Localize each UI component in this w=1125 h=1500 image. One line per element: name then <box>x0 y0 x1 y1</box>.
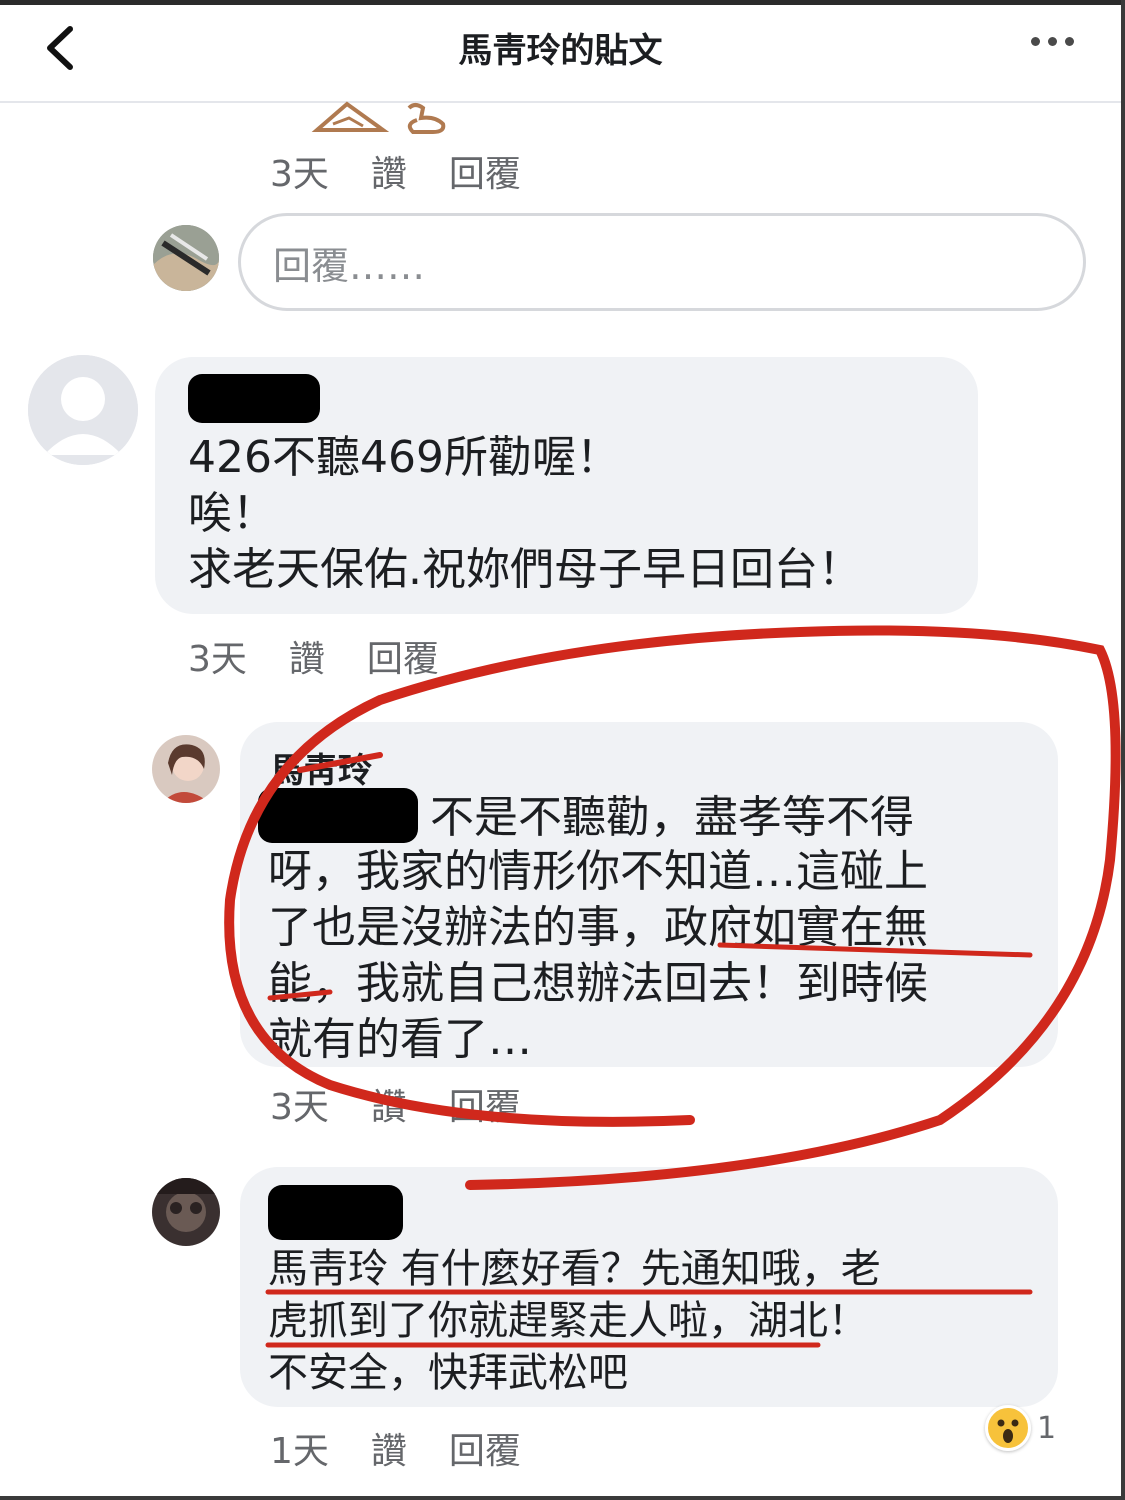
comment-line: 就有的看了… <box>268 1014 532 1065</box>
reply-link[interactable]: 回覆 <box>449 1422 521 1474</box>
redacted-name <box>268 1185 403 1240</box>
comment-line: 虎抓到了你就趕緊走人啦，湖北！ <box>268 1298 868 1344</box>
reply-placeholder: 回覆…… <box>273 243 426 288</box>
comment-time: 1天 <box>270 1431 329 1472</box>
author-avatar[interactable] <box>152 735 220 803</box>
comment-line: 求老天保佑.祝妳們母子早日回台！ <box>188 544 862 595</box>
reaction-count: 1 <box>1037 1410 1057 1446</box>
default-avatar-icon[interactable] <box>28 355 138 465</box>
more-options-icon[interactable] <box>1029 27 1079 57</box>
comment-line: 不安全，快拜武松吧 <box>268 1350 628 1396</box>
sticker-fragment-image <box>311 101 446 134</box>
wow-emoji-icon <box>985 1405 1031 1451</box>
comment-time: 3天 <box>270 154 329 195</box>
page-title: 馬靑玲的貼文 <box>458 31 663 71</box>
comment-actions: 3天 讚 回覆 <box>270 1078 563 1130</box>
comment-author[interactable]: 馬靑玲 <box>270 743 372 792</box>
reply-link[interactable]: 回覆 <box>449 1078 521 1130</box>
comment-line: 馬靑玲 有什麼好看？先通知哦，老 <box>268 1246 881 1292</box>
comment-time: 3天 <box>188 639 247 680</box>
comment-text-first-line: 不是不聽勸，盡孝等不得 <box>430 792 914 843</box>
screenshot-frame-bottom <box>0 1496 1125 1500</box>
comment-line: 能，我就自己想辦法回去！到時候 <box>268 958 928 1009</box>
comment-time: 3天 <box>270 1087 329 1128</box>
commenter-avatar[interactable] <box>152 1178 220 1246</box>
comment-actions: 3天 讚 回覆 <box>270 145 563 197</box>
like-link[interactable]: 讚 <box>289 630 325 682</box>
reply-input[interactable]: 回覆…… <box>238 213 1086 311</box>
reaction-summary[interactable]: 1 <box>985 1405 1056 1451</box>
comment-actions: 3天 讚 回覆 <box>188 630 481 682</box>
like-link[interactable]: 讚 <box>371 145 407 197</box>
my-avatar <box>153 225 219 291</box>
redacted-name <box>258 788 418 843</box>
like-link[interactable]: 讚 <box>371 1422 407 1474</box>
comment-line: 呀，我家的情形你不知道…這碰上 <box>268 846 928 897</box>
screenshot-frame-right <box>1121 0 1125 1500</box>
comment-line: 426不聽469所勸喔！ <box>188 432 620 483</box>
comment-line: 了也是沒辦法的事，政府如實在無 <box>268 902 928 953</box>
reply-link[interactable]: 回覆 <box>367 630 439 682</box>
top-bar: 馬靑玲的貼文 <box>0 5 1121 103</box>
comment-text: 呀，我家的情形你不知道…這碰上 了也是沒辦法的事，政府如實在無 能，我就自己想辦… <box>268 844 928 1068</box>
comment-line: 唉！ <box>188 488 276 539</box>
like-link[interactable]: 讚 <box>371 1078 407 1130</box>
reply-link[interactable]: 回覆 <box>449 145 521 197</box>
redacted-name <box>188 374 320 423</box>
comment-text: 馬靑玲 有什麼好看？先通知哦，老 虎抓到了你就趕緊走人啦，湖北！ 不安全，快拜武… <box>268 1243 881 1399</box>
comment-text: 426不聽469所勸喔！ 唉！ 求老天保佑.祝妳們母子早日回台！ <box>188 430 862 598</box>
comment-actions: 1天 讚 回覆 <box>270 1422 563 1474</box>
